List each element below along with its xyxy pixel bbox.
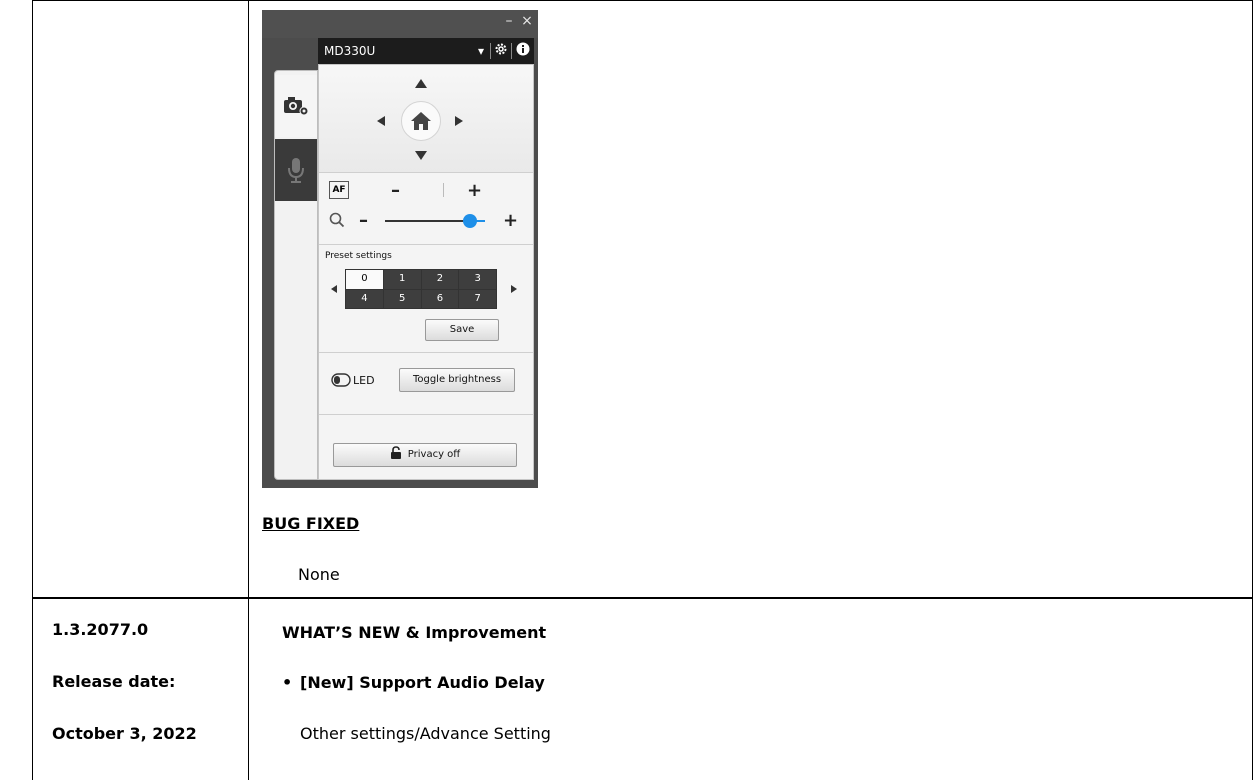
bug-fixed-heading: BUG FIXED	[262, 514, 360, 533]
preset-slot-7[interactable]: 7	[459, 289, 496, 308]
table-row-divider	[32, 597, 1253, 599]
preset-slot-4[interactable]: 4	[346, 289, 383, 308]
device-model-select[interactable]: MD330U	[324, 44, 375, 58]
camera-settings-tab[interactable]	[275, 75, 317, 137]
bug-fixed-value: None	[298, 565, 340, 584]
preset-settings-label: Preset settings	[325, 251, 392, 261]
minimize-button[interactable]: –	[502, 14, 516, 28]
table-border-left	[32, 0, 33, 780]
privacy-toggle-button[interactable]: Privacy off	[333, 443, 517, 467]
toggle-brightness-button[interactable]: Toggle brightness	[399, 368, 515, 392]
preset-next-button[interactable]	[511, 285, 517, 293]
zoom-slider-handle[interactable]	[463, 214, 477, 228]
new-feature-item: [New] Support Audio Delay	[300, 673, 545, 692]
preset-slot-6[interactable]: 6	[421, 289, 459, 308]
focus-plus-button[interactable]: +	[467, 182, 482, 200]
focus-divider	[443, 183, 444, 197]
whats-new-heading: WHAT’S NEW & Improvement	[282, 623, 547, 642]
autofocus-button[interactable]: AF	[329, 181, 349, 199]
zoom-plus-button[interactable]: +	[503, 212, 518, 230]
close-button[interactable]: ×	[520, 14, 534, 28]
preset-grid: 0123 4567	[345, 269, 497, 309]
microphone-icon	[288, 158, 304, 183]
led-icon	[331, 373, 351, 387]
preset-slot-5[interactable]: 5	[383, 289, 421, 308]
table-border-right	[1252, 0, 1253, 780]
version-number: 1.3.2077.0	[52, 620, 149, 639]
tilt-up-button[interactable]	[415, 79, 427, 88]
info-icon[interactable]	[514, 42, 532, 60]
ptz-section	[319, 65, 533, 173]
bullet-point: •	[282, 673, 293, 692]
preset-section: Preset settings 0123 4567 Save	[319, 245, 533, 353]
camera-control-panel: AF – + – + Preset settings 0123 4567 Save	[318, 64, 534, 480]
preset-slot-2[interactable]: 2	[421, 270, 459, 289]
privacy-section: Privacy off	[319, 415, 533, 479]
table-column-divider	[248, 0, 249, 780]
window-frame	[262, 10, 538, 38]
camera-gear-icon	[284, 97, 309, 116]
sidebar	[274, 70, 318, 480]
titlebar-separator	[511, 43, 512, 59]
pan-right-button[interactable]	[455, 116, 463, 126]
release-notes-table: BUG FIXED None 1.3.2077.0 Release date: …	[0, 0, 1256, 780]
table-border-top	[32, 0, 1253, 1]
release-date-label: Release date:	[52, 672, 176, 691]
home-icon	[411, 112, 431, 130]
preset-prev-button[interactable]	[331, 285, 337, 293]
focus-zoom-section: AF – + – +	[319, 173, 533, 245]
home-position-button[interactable]	[401, 101, 441, 141]
titlebar-separator	[490, 43, 491, 59]
microphone-tab[interactable]	[275, 139, 317, 201]
device-titlebar: MD330U ▾	[318, 38, 534, 64]
led-label: LED	[353, 374, 375, 387]
privacy-label: Privacy off	[407, 449, 461, 460]
release-date: October 3, 2022	[52, 724, 197, 743]
unlock-icon	[390, 446, 401, 459]
tilt-down-button[interactable]	[415, 151, 427, 160]
setting-path: Other settings/Advance Setting	[300, 724, 551, 743]
magnifier-icon	[329, 212, 345, 228]
save-preset-button[interactable]: Save	[425, 319, 499, 341]
preset-slot-0[interactable]: 0	[346, 270, 383, 289]
camera-control-screenshot: – × MD330U ▾ AF – + – + Preset settings …	[262, 10, 538, 488]
zoom-minus-button[interactable]: –	[359, 212, 368, 230]
pan-left-button[interactable]	[377, 116, 385, 126]
gear-icon[interactable]	[492, 42, 510, 60]
preset-slot-3[interactable]: 3	[459, 270, 496, 289]
caret-down-icon[interactable]: ▾	[472, 42, 490, 60]
focus-minus-button[interactable]: –	[391, 182, 400, 200]
preset-slot-1[interactable]: 1	[383, 270, 421, 289]
led-section: LED Toggle brightness	[319, 353, 533, 415]
